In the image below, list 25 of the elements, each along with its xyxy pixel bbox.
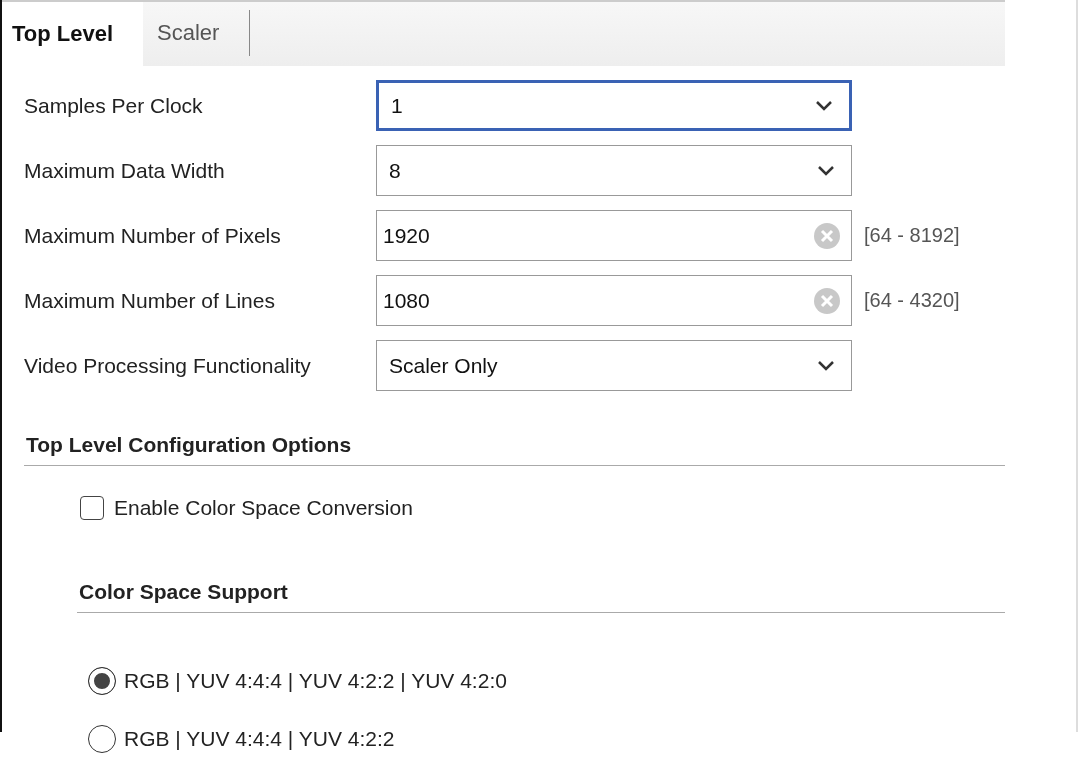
tab[interactable]: Scaler bbox=[143, 10, 251, 56]
dropdown[interactable]: Scaler Only bbox=[376, 340, 852, 391]
radio-button[interactable] bbox=[88, 667, 116, 695]
range-hint: [64 - 4320] bbox=[864, 289, 960, 312]
dropdown[interactable]: 1 bbox=[376, 80, 852, 131]
input-field[interactable]: 1920 bbox=[376, 210, 852, 261]
field-label: Maximum Number of Lines bbox=[24, 288, 276, 313]
chevron-down-icon bbox=[815, 99, 833, 112]
radio-label: RGB | YUV 4:4:4 | YUV 4:2:2 | YUV 4:2:0 bbox=[124, 669, 507, 693]
dropdown[interactable]: 8 bbox=[376, 145, 852, 196]
field-label: Maximum Number of Pixels bbox=[24, 223, 282, 248]
field-label: Video Processing Functionality bbox=[24, 353, 312, 378]
subsection-heading: Color Space Support bbox=[79, 580, 288, 603]
checkbox-label: Enable Color Space Conversion bbox=[114, 496, 413, 520]
radio-label: RGB | YUV 4:4:4 | YUV 4:2:2 bbox=[124, 727, 395, 751]
input-field[interactable]: 1080 bbox=[376, 275, 852, 326]
radio-button[interactable] bbox=[88, 725, 116, 753]
range-hint: [64 - 8192] bbox=[864, 224, 960, 247]
section-heading: Top Level Configuration Options bbox=[26, 433, 352, 456]
field-label: Samples Per Clock bbox=[24, 93, 204, 118]
checkbox[interactable] bbox=[80, 496, 104, 520]
chevron-down-icon bbox=[817, 164, 835, 177]
field-label: Maximum Data Width bbox=[24, 158, 226, 183]
tab[interactable]: Top Level bbox=[2, 2, 144, 66]
chevron-down-icon bbox=[817, 359, 835, 372]
